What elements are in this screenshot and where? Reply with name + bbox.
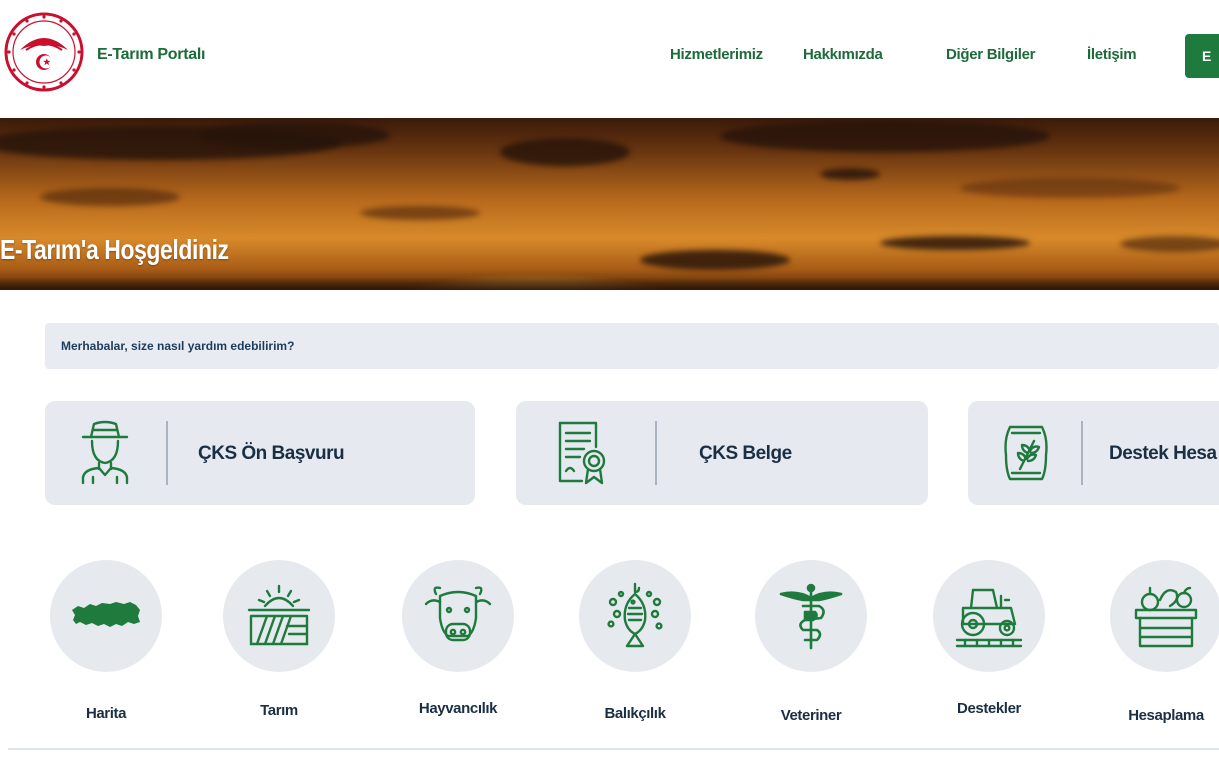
category-circle bbox=[579, 560, 691, 672]
fish-icon bbox=[607, 582, 663, 648]
category-harita[interactable]: Harita bbox=[45, 560, 165, 730]
card-destek-hesaplama[interactable]: Destek Hesa bbox=[968, 401, 1219, 505]
cloud-shape bbox=[720, 120, 1050, 152]
category-label: Balıkçılık bbox=[604, 705, 666, 722]
section-divider bbox=[8, 748, 1219, 750]
category-balikcilik[interactable]: Balıkçılık bbox=[574, 560, 694, 730]
category-tarim[interactable]: Tarım bbox=[218, 560, 338, 730]
category-label: Hayvancılık bbox=[418, 700, 498, 717]
cloud-shape bbox=[40, 188, 180, 206]
card-divider bbox=[1081, 421, 1083, 485]
category-destekler[interactable]: Destekler bbox=[928, 560, 1048, 730]
cow-icon bbox=[424, 586, 492, 642]
seed-bag-icon bbox=[998, 419, 1054, 485]
category-label: Destekler bbox=[957, 700, 1021, 717]
category-label: Veteriner bbox=[780, 707, 842, 724]
brand-title[interactable]: E-Tarım Portalı bbox=[97, 46, 205, 64]
category-circle bbox=[1110, 560, 1219, 672]
cloud-shape bbox=[640, 250, 790, 270]
turkey-map-icon bbox=[72, 602, 140, 627]
field-sun-icon bbox=[247, 584, 311, 646]
category-circle bbox=[402, 560, 514, 672]
tractor-icon bbox=[955, 588, 1023, 648]
hero-title: E-Tarım'a Hoşgeldiniz bbox=[0, 234, 229, 265]
hero-banner: E-Tarım'a Hoşgeldiniz bbox=[0, 118, 1219, 290]
cloud-shape bbox=[880, 236, 1030, 250]
nav-diger-bilgiler[interactable]: Diğer Bilgiler bbox=[946, 46, 1035, 63]
page: E-Tarım Portalı Hizmetlerimiz Hakkımızda… bbox=[0, 0, 1219, 778]
category-hayvancilik[interactable]: Hayvancılık bbox=[397, 560, 517, 730]
produce-crate-icon bbox=[1134, 586, 1198, 648]
category-circle bbox=[755, 560, 867, 672]
card-label: ÇKS Ön Başvuru bbox=[198, 443, 345, 464]
certificate-icon bbox=[554, 419, 610, 485]
cloud-shape bbox=[1120, 236, 1219, 252]
cloud-shape bbox=[200, 122, 390, 148]
category-hesaplama[interactable]: Hesaplama bbox=[1105, 560, 1219, 730]
farmer-icon bbox=[77, 419, 133, 485]
card-divider bbox=[655, 421, 657, 485]
category-label: Hesaplama bbox=[1128, 707, 1204, 724]
nav-hakkimizda[interactable]: Hakkımızda bbox=[803, 46, 883, 63]
caduceus-icon bbox=[779, 583, 843, 650]
login-button[interactable]: E bbox=[1185, 34, 1219, 78]
category-circle bbox=[223, 560, 335, 672]
cloud-shape bbox=[500, 138, 630, 166]
card-divider bbox=[166, 421, 168, 485]
card-label: Destek Hesa bbox=[1109, 443, 1217, 464]
card-cks-belge[interactable]: ÇKS Belge bbox=[516, 401, 928, 505]
nav-iletisim[interactable]: İletişim bbox=[1087, 46, 1137, 63]
cloud-shape bbox=[960, 178, 1180, 198]
category-circle bbox=[50, 560, 162, 672]
category-label: Tarım bbox=[260, 702, 298, 719]
assistant-prompt: Merhabalar, size nasıl yardım edebilirim… bbox=[61, 339, 295, 353]
assistant-input[interactable]: Merhabalar, size nasıl yardım edebilirim… bbox=[45, 323, 1219, 369]
header: E-Tarım Portalı Hizmetlerimiz Hakkımızda… bbox=[0, 0, 1219, 112]
category-circle bbox=[933, 560, 1045, 672]
card-label: ÇKS Belge bbox=[699, 443, 792, 464]
cloud-shape bbox=[360, 206, 480, 220]
card-cks-on-basvuru[interactable]: ÇKS Ön Başvuru bbox=[45, 401, 475, 505]
category-label: Harita bbox=[85, 705, 127, 722]
hero-ground bbox=[0, 278, 1219, 290]
cloud-shape bbox=[820, 168, 880, 180]
nav-hizmetlerimiz[interactable]: Hizmetlerimiz bbox=[670, 46, 763, 63]
category-veteriner[interactable]: Veteriner bbox=[750, 560, 870, 730]
ministry-logo-icon[interactable] bbox=[4, 8, 84, 96]
